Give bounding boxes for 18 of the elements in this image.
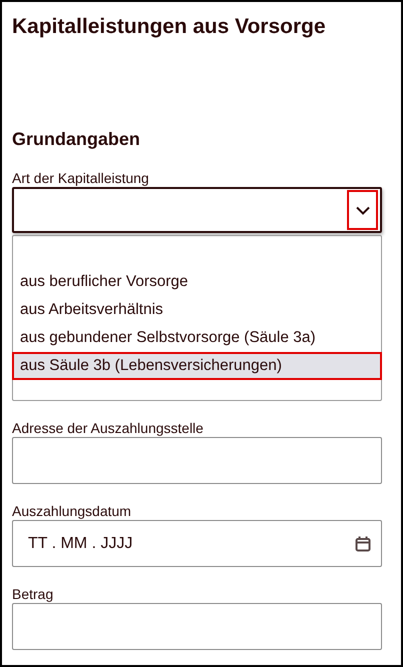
date-field[interactable]: TT . MM . JJJJ — [12, 520, 382, 567]
section-heading: Grundangaben — [12, 128, 142, 150]
calendar-icon[interactable] — [355, 536, 371, 552]
chevron-down-icon — [356, 206, 370, 214]
date-placeholder: TT . MM . JJJJ — [28, 534, 133, 552]
dropdown-option[interactable]: aus Säule 3b (Lebensversicherungen) — [12, 352, 382, 380]
dropdown-toggle[interactable] — [347, 190, 378, 230]
dropdown-field[interactable] — [12, 187, 382, 233]
field-label: Auszahlungsdatum — [12, 502, 132, 520]
dropdown-option[interactable]: aus beruflicher Vorsorge — [12, 268, 382, 296]
field-label: Adresse der Auszahlungsstelle — [12, 419, 204, 437]
input-field[interactable] — [12, 437, 382, 484]
input-field[interactable] — [12, 603, 382, 650]
dropdown-option[interactable]: aus Arbeitsverhältnis — [12, 296, 382, 324]
field-label: Betrag — [12, 585, 54, 603]
page-title: Kapitalleistungen aus Vorsorge — [12, 14, 327, 40]
dropdown-option[interactable]: aus gebundener Selbstvorsorge (Säule 3a) — [12, 324, 382, 352]
field-label: Art der Kapitalleistung — [12, 169, 149, 187]
